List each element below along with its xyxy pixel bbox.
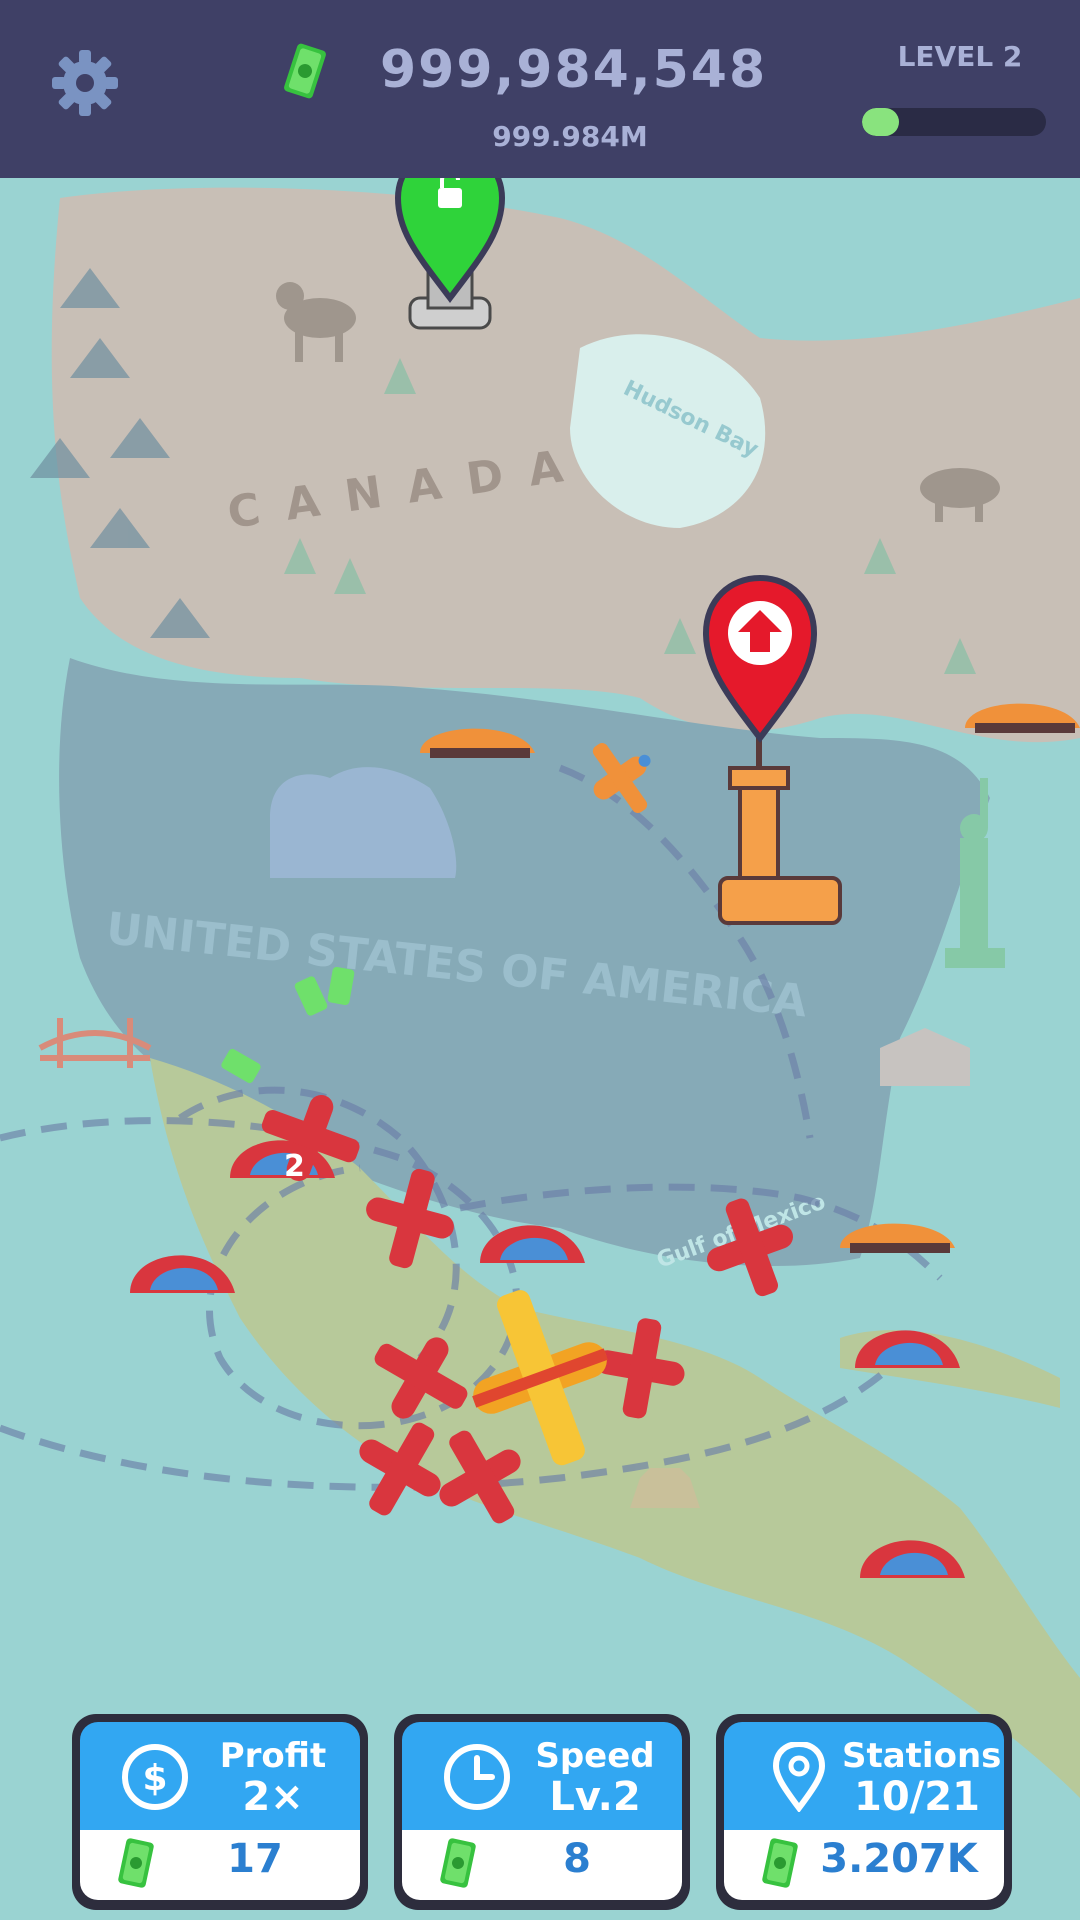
plane-count-badge: 2 bbox=[284, 1149, 305, 1184]
level-progress-fill bbox=[862, 108, 899, 136]
speed-title: Speed bbox=[535, 1736, 655, 1776]
level-progress-bar bbox=[862, 108, 1046, 136]
stations-price: 3.207K bbox=[820, 1836, 978, 1882]
svg-text:$: $ bbox=[142, 1758, 167, 1799]
cash-icon bbox=[762, 1838, 798, 1888]
profit-upgrade-button[interactable]: $ Profit 2× 17 bbox=[72, 1714, 368, 1910]
money-total: 999,984,548 bbox=[380, 40, 768, 100]
clock-icon bbox=[444, 1744, 510, 1810]
dollar-icon: $ bbox=[122, 1744, 188, 1810]
stations-title: Stations bbox=[842, 1736, 1002, 1776]
cash-icon bbox=[284, 43, 326, 99]
cash-icon bbox=[118, 1838, 154, 1888]
speed-upgrade-button[interactable]: Speed Lv.2 8 bbox=[394, 1714, 690, 1910]
top-bar: 999,984,548 999.984M LEVEL 2 bbox=[0, 0, 1080, 178]
location-pin-icon bbox=[772, 1742, 826, 1812]
level-label: LEVEL 2 bbox=[897, 40, 1023, 73]
settings-gear-icon[interactable] bbox=[50, 48, 120, 118]
profit-price: 17 bbox=[227, 1836, 283, 1882]
world-map[interactable]: CANADA Hudson Bay UNITED STATES OF AMERI… bbox=[0, 178, 1080, 1920]
profit-title: Profit bbox=[219, 1736, 327, 1776]
speed-price: 8 bbox=[563, 1836, 591, 1882]
profit-value: 2× bbox=[242, 1774, 304, 1820]
speed-value: Lv.2 bbox=[549, 1774, 641, 1820]
money-abbreviated: 999.984M bbox=[492, 120, 648, 153]
stations-upgrade-button[interactable]: Stations 10/21 3.207K bbox=[716, 1714, 1012, 1910]
cash-icon bbox=[440, 1838, 476, 1888]
stations-value: 10/21 bbox=[854, 1774, 980, 1820]
